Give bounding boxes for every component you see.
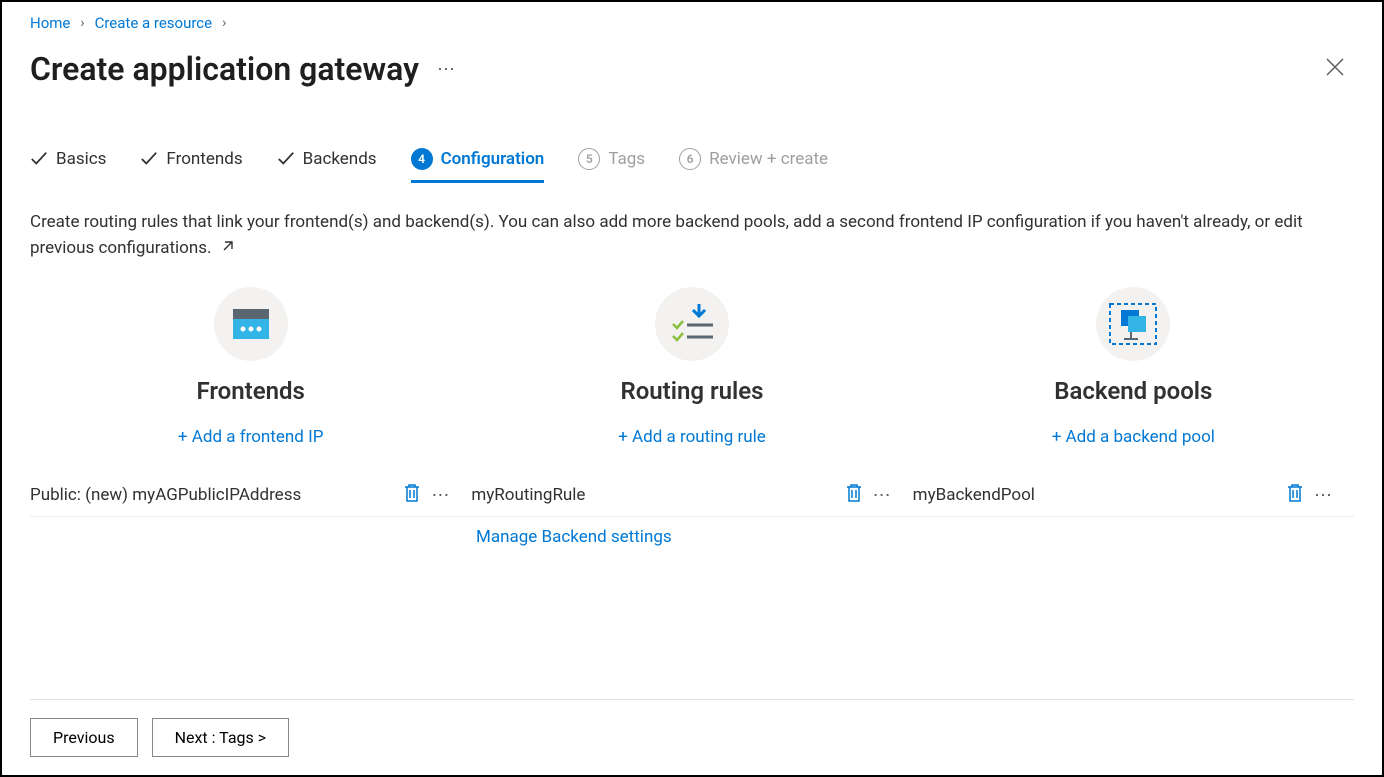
- tab-tags-label: Tags: [608, 149, 645, 169]
- routing-rules-icon: [655, 287, 729, 361]
- backend-pool-item: myBackendPool ⋯: [913, 483, 1354, 508]
- tab-basics[interactable]: Basics: [30, 149, 106, 182]
- add-backend-pool-link[interactable]: + Add a backend pool: [1052, 427, 1215, 447]
- add-frontend-ip-link[interactable]: + Add a frontend IP: [178, 427, 324, 447]
- title-row: Create application gateway ⋯: [30, 50, 1354, 88]
- tab-backends[interactable]: Backends: [277, 149, 377, 182]
- check-icon: [30, 150, 48, 168]
- check-icon: [277, 150, 295, 168]
- tab-frontends[interactable]: Frontends: [140, 149, 242, 182]
- col-backend-pools-title: Backend pools: [1054, 377, 1212, 405]
- tab-configuration-label: Configuration: [441, 149, 545, 169]
- tab-basics-label: Basics: [56, 149, 106, 169]
- config-row: Public: (new) myAGPublicIPAddress ⋯ myRo…: [30, 475, 1354, 517]
- routing-rule-item-label[interactable]: myRoutingRule: [471, 485, 844, 505]
- add-routing-rule-link[interactable]: + Add a routing rule: [618, 427, 766, 447]
- more-icon[interactable]: ⋯: [1314, 485, 1334, 506]
- frontend-item: Public: (new) myAGPublicIPAddress ⋯: [30, 483, 471, 508]
- manage-backend-settings-link[interactable]: Manage Backend settings: [30, 527, 1354, 547]
- more-icon[interactable]: ⋯: [431, 485, 451, 506]
- wizard-tabs: Basics Frontends Backends 4 Configuratio…: [30, 148, 1354, 183]
- tab-frontends-label: Frontends: [166, 149, 242, 169]
- close-icon[interactable]: [1316, 51, 1354, 88]
- trash-icon[interactable]: [1286, 483, 1304, 508]
- tab-tags[interactable]: 5 Tags: [578, 148, 645, 183]
- frontends-icon: [214, 287, 288, 361]
- previous-button[interactable]: Previous: [30, 718, 138, 757]
- tab-configuration[interactable]: 4 Configuration: [411, 148, 545, 183]
- frontend-item-label[interactable]: Public: (new) myAGPublicIPAddress: [30, 485, 403, 505]
- backend-pools-icon: [1096, 287, 1170, 361]
- description-text: Create routing rules that link your fron…: [30, 209, 1354, 263]
- step-number-icon: 6: [679, 148, 701, 170]
- breadcrumb-home[interactable]: Home: [30, 14, 70, 32]
- col-routing-rules: Routing rules + Add a routing rule: [471, 287, 912, 447]
- backend-pool-item-label[interactable]: myBackendPool: [913, 485, 1286, 505]
- tab-review-create-label: Review + create: [709, 149, 828, 169]
- breadcrumb-create-resource[interactable]: Create a resource: [95, 14, 213, 32]
- external-link-icon[interactable]: [220, 236, 234, 262]
- config-columns: Frontends + Add a frontend IP Routing ru…: [30, 287, 1354, 447]
- chevron-right-icon: ›: [222, 15, 226, 31]
- more-icon[interactable]: ⋯: [437, 59, 457, 80]
- routing-rule-item: myRoutingRule ⋯: [471, 483, 912, 508]
- col-routing-rules-title: Routing rules: [620, 377, 763, 405]
- footer: Previous Next : Tags >: [30, 699, 1354, 775]
- col-frontends-title: Frontends: [196, 377, 304, 405]
- check-icon: [140, 150, 158, 168]
- chevron-right-icon: ›: [80, 15, 84, 31]
- page-title: Create application gateway: [30, 50, 419, 88]
- step-number-icon: 4: [411, 148, 433, 170]
- trash-icon[interactable]: [403, 483, 421, 508]
- more-icon[interactable]: ⋯: [873, 485, 893, 506]
- col-frontends: Frontends + Add a frontend IP: [30, 287, 471, 447]
- breadcrumb: Home › Create a resource ›: [30, 14, 1354, 32]
- col-backend-pools: Backend pools + Add a backend pool: [913, 287, 1354, 447]
- trash-icon[interactable]: [845, 483, 863, 508]
- tab-review-create[interactable]: 6 Review + create: [679, 148, 828, 183]
- next-button[interactable]: Next : Tags >: [152, 718, 290, 757]
- step-number-icon: 5: [578, 148, 600, 170]
- tab-backends-label: Backends: [303, 149, 377, 169]
